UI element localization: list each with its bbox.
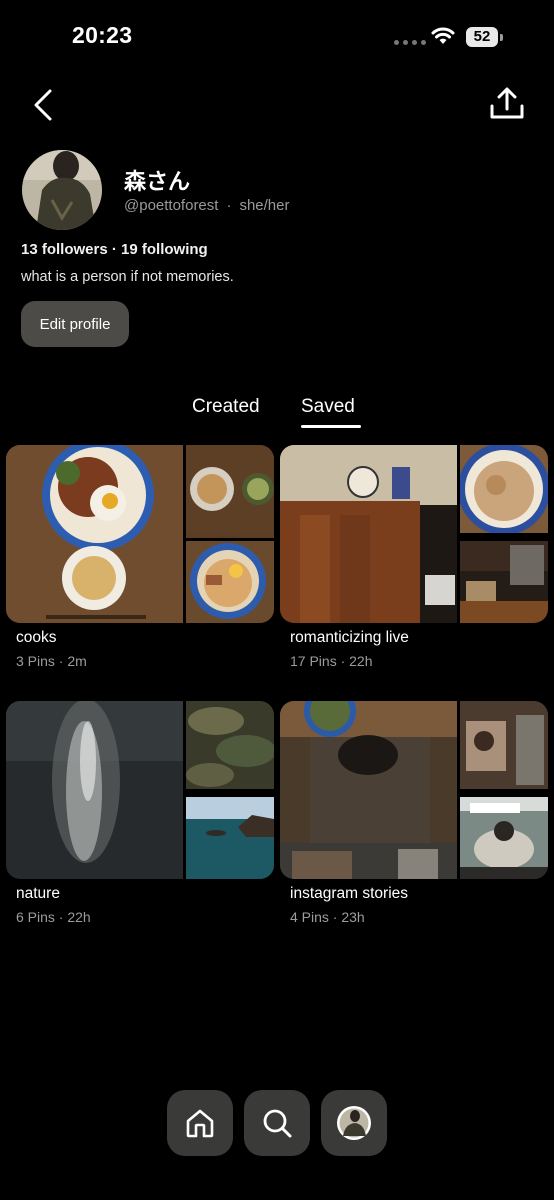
- battery-icon: 52: [466, 27, 504, 47]
- board-card-instagram-stories[interactable]: instagram stories 4 Pins · 23h: [280, 701, 548, 925]
- profile-bio: what is a person if not memories.: [21, 269, 234, 285]
- board-card-cooks[interactable]: cooks 3 Pins · 2m: [6, 445, 274, 669]
- board-title: instagram stories: [290, 885, 409, 902]
- board-cover: [280, 445, 548, 623]
- battery-level: 52: [466, 27, 498, 47]
- share-icon: [490, 87, 524, 119]
- board-title: nature: [16, 885, 60, 902]
- board-cover: [6, 701, 274, 879]
- chevron-left-icon: [34, 89, 52, 121]
- profile-name: 森さん: [124, 169, 191, 194]
- board-cover: [280, 701, 548, 879]
- board-cover: [6, 445, 274, 623]
- home-icon: [186, 1109, 214, 1138]
- active-tab-indicator: [301, 425, 361, 428]
- share-button[interactable]: [488, 86, 526, 127]
- nav-home-button[interactable]: [167, 1090, 233, 1156]
- follow-stats[interactable]: 13 followers · 19 following: [21, 241, 208, 258]
- board-card-romanticizing-live[interactable]: romanticizing live 17 Pins · 22h: [280, 445, 548, 669]
- nav-search-button[interactable]: [244, 1090, 310, 1156]
- search-icon: [263, 1109, 292, 1138]
- nav-profile-button[interactable]: [321, 1090, 387, 1156]
- status-time: 20:23: [72, 22, 133, 48]
- board-title: romanticizing live: [290, 629, 409, 646]
- board-meta: 6 Pins · 22h: [16, 909, 91, 925]
- back-button[interactable]: [30, 88, 58, 127]
- tab-saved[interactable]: Saved: [301, 396, 355, 418]
- profile-avatar[interactable]: [22, 150, 102, 230]
- separator-dot: ·: [226, 197, 232, 214]
- wifi-icon: [430, 26, 456, 51]
- tab-created[interactable]: Created: [192, 396, 260, 418]
- profile-avatar-icon: [337, 1106, 371, 1140]
- board-meta: 3 Pins · 2m: [16, 653, 87, 669]
- board-card-nature[interactable]: nature 6 Pins · 22h: [6, 701, 274, 925]
- handle-row: @poettoforest · she/her: [124, 197, 290, 214]
- board-title: cooks: [16, 629, 57, 646]
- edit-profile-button[interactable]: Edit profile: [21, 301, 129, 347]
- signal-dots-icon: [394, 40, 426, 45]
- profile-pronouns: she/her: [239, 197, 290, 214]
- profile-handle: @poettoforest: [124, 197, 219, 214]
- board-meta: 17 Pins · 22h: [290, 653, 373, 669]
- board-meta: 4 Pins · 23h: [290, 909, 365, 925]
